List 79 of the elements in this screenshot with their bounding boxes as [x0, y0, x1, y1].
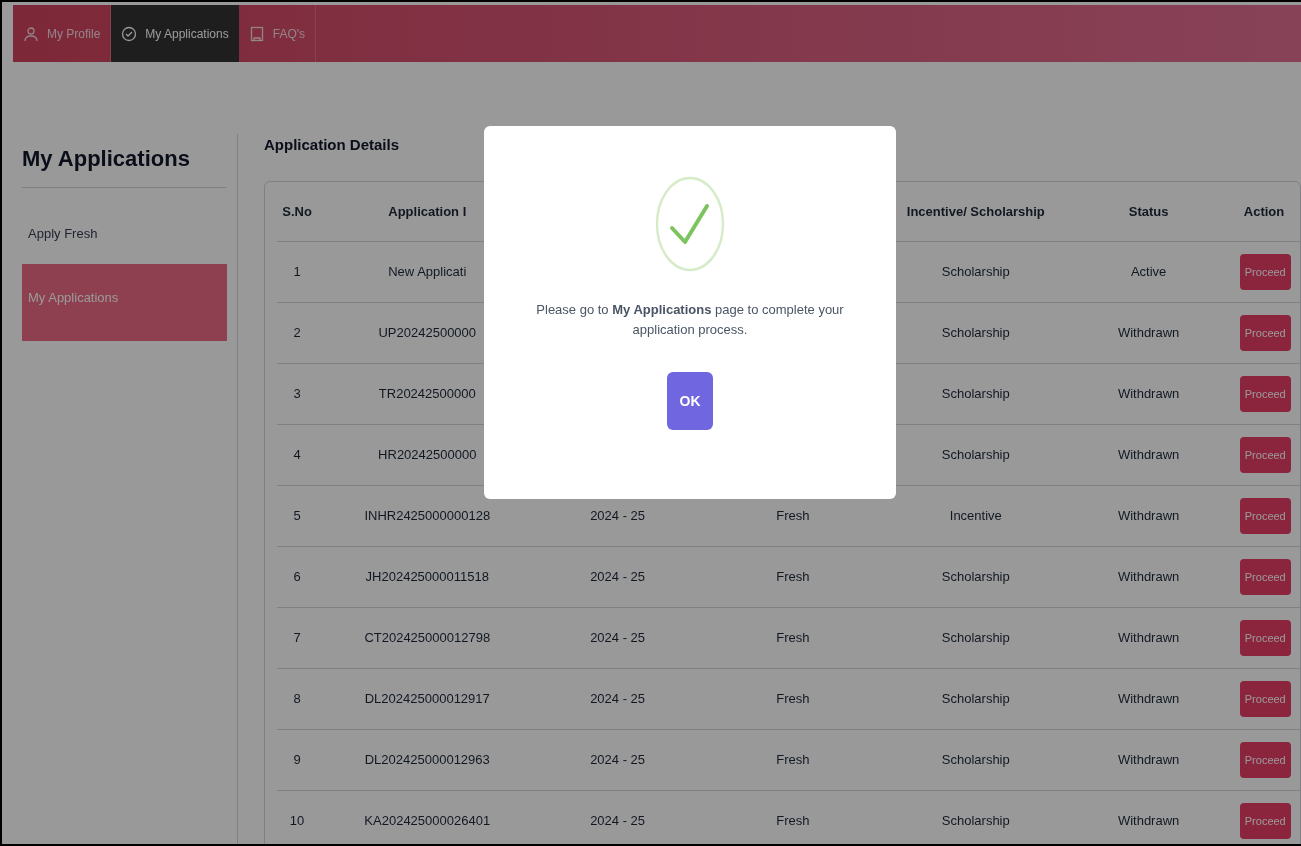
- table-cell: KA202425000026401: [364, 813, 491, 829]
- table-cell: Scholarship: [941, 386, 1010, 402]
- table-cell: Withdrawn: [1117, 386, 1180, 402]
- table-cell: Withdrawn: [1117, 752, 1180, 768]
- sidebar-item[interactable]: My Applications: [22, 264, 227, 341]
- note-icon: [248, 25, 265, 42]
- sidebar-item[interactable]: Apply Fresh: [22, 208, 227, 258]
- table-cell: Incentive: [949, 508, 1002, 524]
- column-header: Action: [1233, 181, 1301, 242]
- proceed-button[interactable]: Proceed: [1239, 498, 1291, 534]
- nav-tab[interactable]: My Applications: [111, 5, 239, 62]
- table-cell: Fresh: [776, 630, 810, 646]
- table-cell: 5: [293, 508, 301, 524]
- table-cell: Withdrawn: [1117, 691, 1180, 707]
- table-cell: 2024 - 25: [590, 569, 646, 585]
- table-cell: 2: [293, 325, 301, 341]
- table-cell: DL202425000012963: [364, 752, 490, 768]
- dialog-message: Please go to My Applications page to complete your application process.: [535, 301, 845, 339]
- table-cell: New Applicati: [388, 264, 467, 280]
- table-cell: Withdrawn: [1117, 508, 1180, 524]
- table-cell: 9: [293, 752, 301, 768]
- table-cell: Withdrawn: [1117, 325, 1180, 341]
- table-cell: DL202425000012917: [364, 691, 490, 707]
- table-cell: 10: [289, 813, 305, 829]
- table-cell: 3: [293, 386, 301, 402]
- table-cell: Active: [1130, 264, 1167, 280]
- column-header: Incentive/ Scholarship: [888, 181, 1064, 242]
- table-cell: Fresh: [776, 569, 810, 585]
- success-check-icon: [655, 176, 725, 272]
- table-cell: CT202425000012798: [364, 630, 491, 646]
- table-cell: HR20242500000: [378, 447, 477, 463]
- proceed-button[interactable]: Proceed: [1239, 742, 1291, 778]
- table-cell: 2024 - 25: [590, 630, 646, 646]
- table-cell: UP20242500000: [378, 325, 477, 341]
- person-icon: [23, 25, 39, 42]
- table-cell: 4: [293, 447, 301, 463]
- table-cell: Scholarship: [941, 325, 1010, 341]
- table-cell: Fresh: [776, 813, 810, 829]
- table-cell: Fresh: [776, 508, 810, 524]
- proceed-button[interactable]: Proceed: [1239, 376, 1291, 412]
- table-cell: Scholarship: [941, 447, 1010, 463]
- proceed-button[interactable]: Proceed: [1239, 254, 1291, 290]
- nav-tab[interactable]: FAQ's: [238, 5, 316, 62]
- check-circle-icon: [121, 25, 138, 42]
- table-cell: Fresh: [776, 752, 810, 768]
- proceed-button[interactable]: Proceed: [1239, 315, 1291, 351]
- ok-button[interactable]: OK: [667, 372, 713, 430]
- proceed-button[interactable]: Proceed: [1239, 437, 1291, 473]
- sidebar-title: My Applications: [22, 142, 226, 188]
- table-cell: 2024 - 25: [590, 691, 646, 707]
- table-cell: Withdrawn: [1117, 630, 1180, 646]
- table-cell: Withdrawn: [1117, 813, 1180, 829]
- table-cell: Scholarship: [941, 813, 1010, 829]
- table-cell: JH202425000011518: [365, 569, 489, 585]
- table-cell: 2024 - 25: [590, 813, 646, 829]
- table-cell: 2024 - 25: [590, 508, 646, 524]
- table-cell: Scholarship: [941, 752, 1010, 768]
- proceed-button[interactable]: Proceed: [1239, 620, 1291, 656]
- table-cell: Scholarship: [941, 630, 1010, 646]
- proceed-button[interactable]: Proceed: [1239, 803, 1291, 839]
- section-title: Application Details: [264, 135, 401, 155]
- column-header: Status: [1063, 181, 1234, 242]
- table-cell: Withdrawn: [1117, 569, 1180, 585]
- table-cell: Scholarship: [941, 691, 1010, 707]
- table-cell: INHR2425000000128: [364, 508, 491, 524]
- column-header: Application I: [317, 181, 538, 242]
- table-cell: Scholarship: [941, 264, 1010, 280]
- table-cell: 1: [293, 264, 301, 280]
- table-cell: TR20242500000: [378, 386, 476, 402]
- table-cell: Withdrawn: [1117, 447, 1180, 463]
- column-header: S.No: [277, 181, 318, 242]
- table-cell: Scholarship: [941, 569, 1010, 585]
- table-cell: 6: [293, 569, 301, 585]
- table-cell: 2024 - 25: [590, 752, 646, 768]
- table-cell: 8: [293, 691, 301, 707]
- table-cell: Fresh: [776, 691, 810, 707]
- proceed-button[interactable]: Proceed: [1239, 681, 1291, 717]
- proceed-button[interactable]: Proceed: [1239, 559, 1291, 595]
- table-cell: 7: [293, 630, 301, 646]
